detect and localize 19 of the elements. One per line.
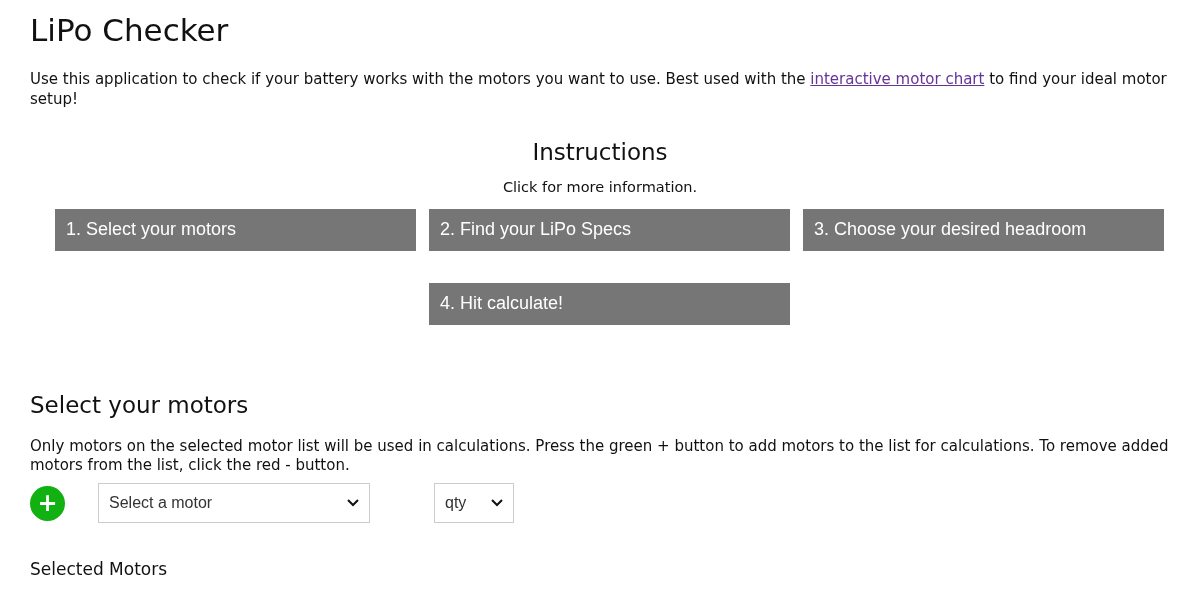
chevron-down-icon — [347, 499, 359, 508]
motor-select[interactable]: Select a motor — [98, 483, 370, 524]
add-button[interactable]: + — [30, 485, 65, 521]
section-heading: Instructions — [531, 139, 669, 167]
hint-text: Click for more information. — [501, 177, 699, 197]
page-title: LiPo Checker — [30, 12, 230, 50]
subheading: Selected Motors — [30, 558, 169, 582]
intro-paragraph: Use this application to check if your battery works with the motors you want to use. Best used with the interactive motor chart to find your ideal motor setup! — [30, 69, 1168, 110]
select-value: Select a motor — [109, 493, 213, 514]
description-text: Only motors on the selected motor list will be used in calculations. Press the green + button to add motors to the list for calculations. To remove added motors from the list, click the red - button. — [30, 437, 1170, 476]
step-button[interactable]: 1. Select your motors — [55, 208, 416, 251]
step-button[interactable]: 4. Hit calculate! — [429, 282, 790, 325]
qty-select[interactable]: qty — [434, 483, 514, 524]
chevron-down-icon — [491, 499, 503, 508]
step-button[interactable]: 3. Choose your desired headroom — [803, 208, 1164, 251]
step-button[interactable]: 2. Find your LiPo Specs — [429, 208, 790, 251]
motor-chart-link[interactable]: interactive motor chart — [810, 70, 985, 89]
section-heading: Select your motors — [30, 391, 250, 420]
select-value: qty — [445, 493, 467, 514]
